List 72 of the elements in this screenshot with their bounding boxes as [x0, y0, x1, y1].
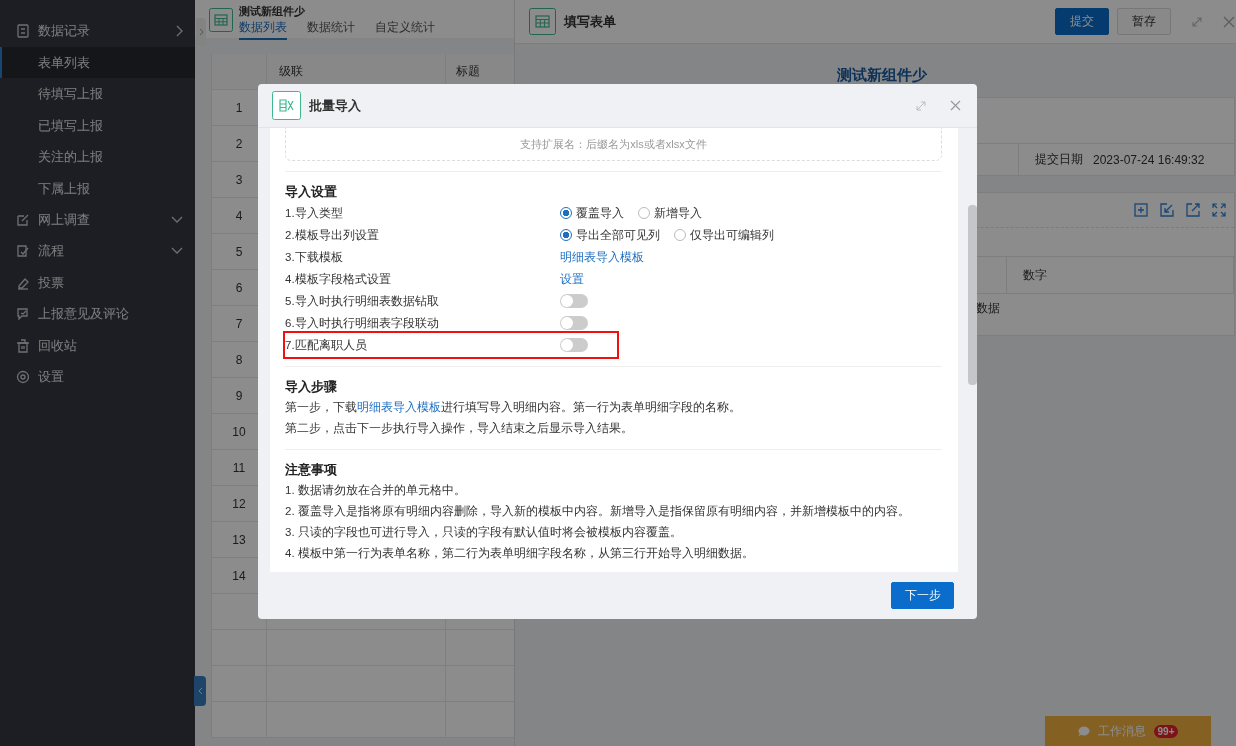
- setting-label: 7.匹配离职人员: [285, 337, 368, 353]
- radio-button[interactable]: [560, 229, 572, 241]
- step-text: 第二步，点击下一步执行导入操作，导入结束之后显示导入结果。: [285, 421, 634, 436]
- upload-area[interactable]: 支持扩展名：后缀名为xls或者xlsx文件: [285, 128, 942, 161]
- panel-title: 测试新组件少: [239, 4, 306, 18]
- import-icon[interactable]: [1160, 203, 1174, 217]
- radio-label: 覆盖导入: [576, 205, 624, 221]
- tab[interactable]: 数据列表: [239, 20, 287, 40]
- next-button[interactable]: 下一步: [891, 582, 954, 609]
- section-heading: 导入设置: [285, 183, 338, 201]
- toggle-switch[interactable]: [560, 316, 588, 330]
- expand-icon[interactable]: [916, 100, 926, 111]
- setting-label: 1.导入类型: [285, 205, 344, 221]
- toggle-switch[interactable]: [560, 294, 588, 308]
- section-heading: 导入步骤: [285, 378, 338, 396]
- trash-icon: [16, 338, 30, 353]
- chevron-left-icon: [197, 687, 203, 695]
- excel-icon: [272, 91, 301, 120]
- submit-button[interactable]: 提交: [1055, 8, 1109, 35]
- link[interactable]: 明细表导入模板: [560, 249, 644, 265]
- setting-label: 2.模板导出列设置: [285, 227, 380, 243]
- note-text: 2. 覆盖导入是指将原有明细内容删除，导入新的模板中内容。新增导入是指保留原有明细内容，并新增模板中的内容。: [285, 504, 911, 519]
- column-header: 标题: [455, 63, 481, 80]
- setting-label: 4.模板字段格式设置: [285, 271, 392, 287]
- comment-icon: [16, 307, 30, 322]
- setting-label: 6.导入时执行明细表字段联动: [285, 315, 440, 331]
- setting-label: 5.导入时执行明细表数据钻取: [285, 293, 440, 309]
- step-text: 第一步，下载明细表导入模板进行填写导入明细内容。第一行为表单明细字段的名称。: [285, 400, 742, 415]
- export-icon[interactable]: [1186, 203, 1200, 217]
- radio-option[interactable]: 导出全部可见列: [560, 227, 660, 243]
- empty-text: 数据: [976, 301, 1000, 315]
- radio-option[interactable]: 仅导出可编辑列: [674, 227, 774, 243]
- expand-icon[interactable]: [1191, 15, 1203, 28]
- field-label: 提交日期: [1018, 144, 1093, 175]
- message-bar[interactable]: 工作消息 99+: [1045, 716, 1211, 746]
- setting-label: 3.下载模板: [285, 249, 344, 265]
- radio-label: 新增导入: [654, 205, 702, 221]
- table-icon: [529, 8, 556, 35]
- link[interactable]: 设置: [560, 271, 584, 287]
- edit-icon: [16, 212, 30, 227]
- close-icon[interactable]: [950, 100, 961, 111]
- note-text: 1. 数据请勿放在合并的单元格中。: [285, 483, 467, 498]
- chat-icon: [1077, 725, 1090, 737]
- radio-option[interactable]: 新增导入: [638, 205, 702, 221]
- document-icon: [16, 23, 30, 38]
- radio-label: 导出全部可见列: [576, 227, 660, 243]
- fullscreen-icon[interactable]: [1212, 203, 1226, 217]
- form-title: 测试新组件少: [836, 65, 928, 85]
- field-value: 2023-07-24 16:49:32: [1093, 152, 1205, 167]
- save-button[interactable]: 暂存: [1117, 8, 1171, 35]
- tab[interactable]: 自定义统计: [375, 20, 435, 40]
- count-badge: 99+: [1153, 724, 1179, 738]
- radio-option[interactable]: 覆盖导入: [560, 205, 624, 221]
- chevron-right-icon: [198, 28, 204, 36]
- dialog-title: 批量导入: [309, 96, 362, 115]
- table-icon: [209, 8, 233, 32]
- settings-icon: [16, 370, 30, 385]
- template-link[interactable]: 明细表导入模板: [357, 401, 441, 413]
- add-icon[interactable]: [1134, 203, 1148, 217]
- radio-label: 仅导出可编辑列: [690, 227, 774, 243]
- note-text: 3. 只读的字段也可进行导入，只读的字段有默认值时将会被模板内容覆盖。: [285, 525, 683, 540]
- note-text: 4. 模板中第一行为表单名称，第二行为表单明细字段名称，从第三行开始导入明细数据。: [285, 546, 755, 561]
- column-header: 数字: [1006, 257, 1234, 293]
- section-heading: 注意事项: [285, 461, 338, 479]
- sidebar-subitem[interactable]: 表单列表: [0, 46, 195, 78]
- panel-title: 填写表单: [564, 12, 617, 31]
- toggle-switch[interactable]: [560, 338, 588, 352]
- checklist-icon: [16, 244, 30, 259]
- collapse-handle[interactable]: [194, 676, 206, 706]
- tab[interactable]: 数据统计: [307, 20, 355, 40]
- radio-button[interactable]: [560, 207, 572, 219]
- close-icon[interactable]: [1223, 15, 1235, 28]
